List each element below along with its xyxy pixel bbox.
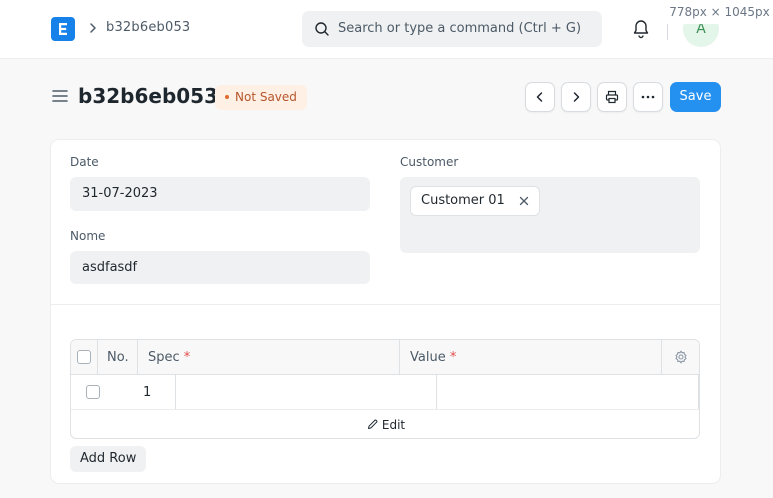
column-header-no: No. [107,350,129,365]
required-mark: * [449,350,457,365]
add-row-button[interactable]: Add Row [70,446,147,472]
header-settings-cell [662,340,699,374]
customer-pill-label: Customer 01 [421,193,505,208]
nome-label: Nome [70,229,106,243]
more-icon [641,95,655,99]
header-value-cell: Value * [400,340,662,374]
status-text: Not Saved [235,90,297,104]
specs-table: No. Spec * Value * 1 Edit [70,339,700,439]
edit-rows-button[interactable]: Edit [71,418,699,432]
row-index-cell: 1 [116,375,176,409]
bell-icon[interactable] [632,19,650,39]
date-field[interactable]: 31-07-2023 [70,177,370,211]
select-all-checkbox[interactable] [77,350,91,364]
more-actions-button[interactable] [633,82,663,112]
search-bar[interactable]: Search or type a command (Ctrl + G) [302,11,602,47]
column-header-spec: Spec [148,350,180,365]
customer-pill: Customer 01 [410,186,540,216]
required-mark: * [183,350,191,365]
breadcrumb-current[interactable]: b32b6eb053 [106,20,190,35]
save-button[interactable]: Save [670,82,721,112]
row-spec-cell[interactable] [176,375,437,409]
page-title: b32b6eb053 [78,84,219,108]
customer-label: Customer [400,155,459,169]
status-dot [225,94,229,99]
settings-icon[interactable] [674,350,688,364]
form-card: Date 31-07-2023 Nome asdfasdf Customer C… [50,139,721,484]
search-icon [315,22,329,36]
section-divider [51,304,720,305]
row-select-cell [71,375,116,409]
table-header-row: No. Spec * Value * [71,340,699,375]
print-button[interactable] [597,82,627,112]
pencil-icon [367,419,378,429]
chevron-left-icon [536,92,543,102]
next-record-button[interactable] [561,82,591,112]
row-value-cell[interactable] [437,375,699,409]
app-logo-icon[interactable] [51,17,75,41]
header-select-cell [71,340,98,374]
customer-multiselect[interactable]: Customer 01 [400,177,700,253]
row-index: 1 [143,385,152,400]
search-placeholder: Search or type a command (Ctrl + G) [338,21,582,36]
navbar-divider [667,22,668,40]
status-badge: Not Saved [215,85,307,110]
header-spec-cell: Spec * [138,340,400,374]
edit-label: Edit [381,418,406,432]
header-no-cell: No. [98,340,138,374]
printer-icon [605,90,619,104]
close-icon[interactable] [519,196,529,206]
date-label: Date [70,155,99,169]
hamburger-icon[interactable] [52,89,68,103]
row-checkbox[interactable] [86,385,100,399]
chevron-right-icon [573,92,580,102]
table-row[interactable]: 1 [71,375,699,410]
previous-record-button[interactable] [525,82,555,112]
screen-size-badge: 778px × 1045px [666,0,773,24]
chevron-right-icon [90,23,96,33]
nome-field[interactable]: asdfasdf [70,251,370,284]
navbar: b32b6eb053 Search or type a command (Ctr… [0,0,773,59]
column-header-value: Value [410,350,446,365]
